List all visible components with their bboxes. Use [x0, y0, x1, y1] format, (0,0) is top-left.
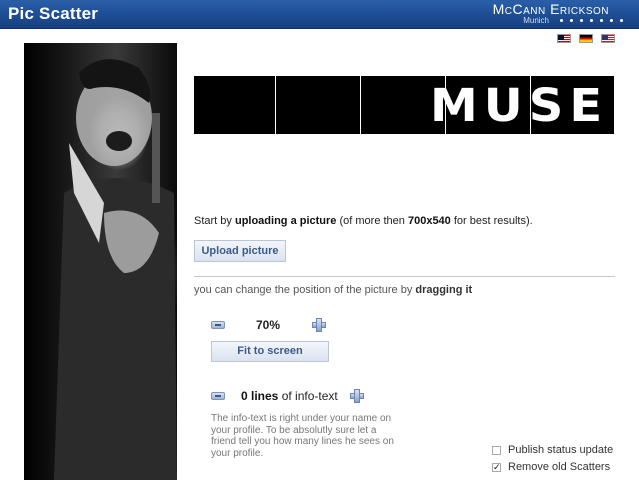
brand-dots: [560, 19, 623, 22]
brand-logo: McCann Erickson Munich: [489, 0, 629, 28]
publish-status-option[interactable]: Publish status update: [492, 444, 613, 456]
decrease-lines-icon[interactable]: [211, 392, 225, 400]
upload-instructions: Start by uploading a picture (of more th…: [194, 215, 533, 227]
banner-image: MUSE: [194, 76, 614, 134]
info-text-lines: 0 lines of info-text: [241, 389, 338, 403]
germany-flag-icon[interactable]: [579, 34, 593, 43]
brand-location: Munich: [523, 16, 549, 25]
profile-photo-preview[interactable]: [24, 43, 177, 480]
zoom-level: 70%: [256, 318, 281, 332]
remove-scatters-checkbox[interactable]: ✓: [492, 462, 501, 472]
drag-hint: you can change the position of the pictu…: [194, 284, 473, 296]
language-selector: [557, 34, 615, 43]
info-text-description: The info-text is right under your name o…: [211, 413, 394, 459]
remove-scatters-label: Remove old Scatters: [508, 461, 611, 473]
usa-flag-icon[interactable]: [601, 34, 615, 43]
publish-status-checkbox[interactable]: [492, 445, 501, 455]
photo-illustration: [54, 59, 177, 480]
remove-scatters-option[interactable]: ✓ Remove old Scatters: [492, 461, 610, 473]
zoom-out-icon[interactable]: [211, 321, 225, 329]
fit-to-screen-button[interactable]: Fit to screen: [211, 341, 329, 362]
increase-lines-icon[interactable]: [350, 389, 364, 403]
zoom-in-icon[interactable]: [312, 318, 326, 332]
banner-text: MUSE: [430, 79, 609, 133]
publish-status-label: Publish status update: [508, 444, 614, 456]
upload-picture-button[interactable]: Upload picture: [194, 240, 286, 262]
app-header: Pic Scatter McCann Erickson Munich: [0, 0, 639, 29]
divider: [194, 276, 615, 277]
malaysia-flag-icon[interactable]: [557, 34, 571, 43]
brand-name: McCann Erickson: [492, 1, 609, 17]
app-title: Pic Scatter: [8, 4, 99, 23]
